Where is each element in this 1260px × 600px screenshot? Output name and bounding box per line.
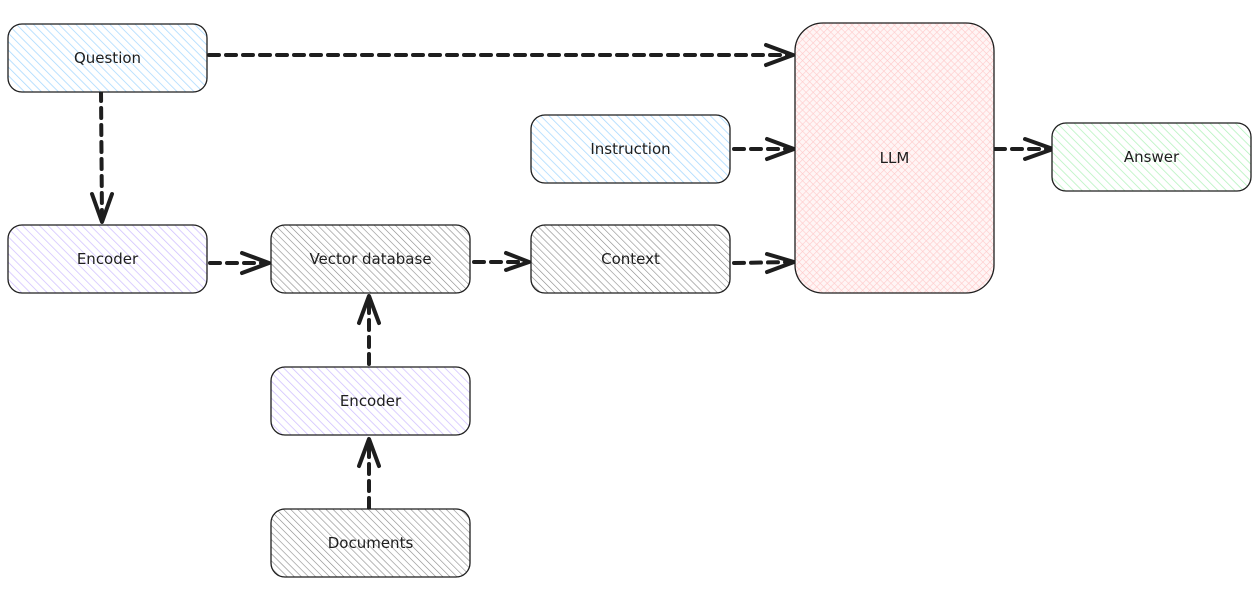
node-question[interactable]: Question — [7, 23, 208, 93]
node-label: Encoder — [77, 250, 139, 268]
arrow-encoder-to-vector-database — [208, 251, 271, 275]
node-label: Context — [601, 250, 660, 268]
arrow-llm-to-answer — [993, 137, 1055, 161]
node-label: Encoder — [340, 392, 402, 410]
node-encoder-query[interactable]: Encoder — [7, 224, 208, 294]
node-label: Documents — [328, 534, 414, 552]
node-label: Vector database — [309, 250, 431, 268]
node-context[interactable]: Context — [530, 224, 731, 294]
arrow-documents-to-encoder-docs — [357, 437, 381, 510]
node-label: LLM — [880, 149, 910, 167]
node-llm[interactable]: LLM — [794, 22, 995, 294]
node-vector-database[interactable]: Vector database — [270, 224, 471, 294]
arrow-encoder-docs-to-vector-database — [357, 294, 381, 366]
node-label: Instruction — [590, 140, 670, 158]
arrow-instruction-to-llm — [732, 137, 796, 161]
node-encoder-docs[interactable]: Encoder — [270, 366, 471, 436]
arrow-question-to-encoder — [90, 89, 114, 224]
rag-diagram: Question Encoder Vector database Instruc… — [7, 22, 1252, 578]
node-instruction[interactable]: Instruction — [530, 114, 731, 184]
arrow-question-to-llm — [207, 43, 795, 67]
node-label: Question — [74, 49, 141, 67]
arrow-context-to-llm — [732, 252, 796, 274]
arrow-vector-database-to-context — [472, 251, 531, 272]
node-label: Answer — [1124, 148, 1180, 166]
node-answer[interactable]: Answer — [1051, 122, 1252, 192]
node-documents[interactable]: Documents — [270, 508, 471, 578]
